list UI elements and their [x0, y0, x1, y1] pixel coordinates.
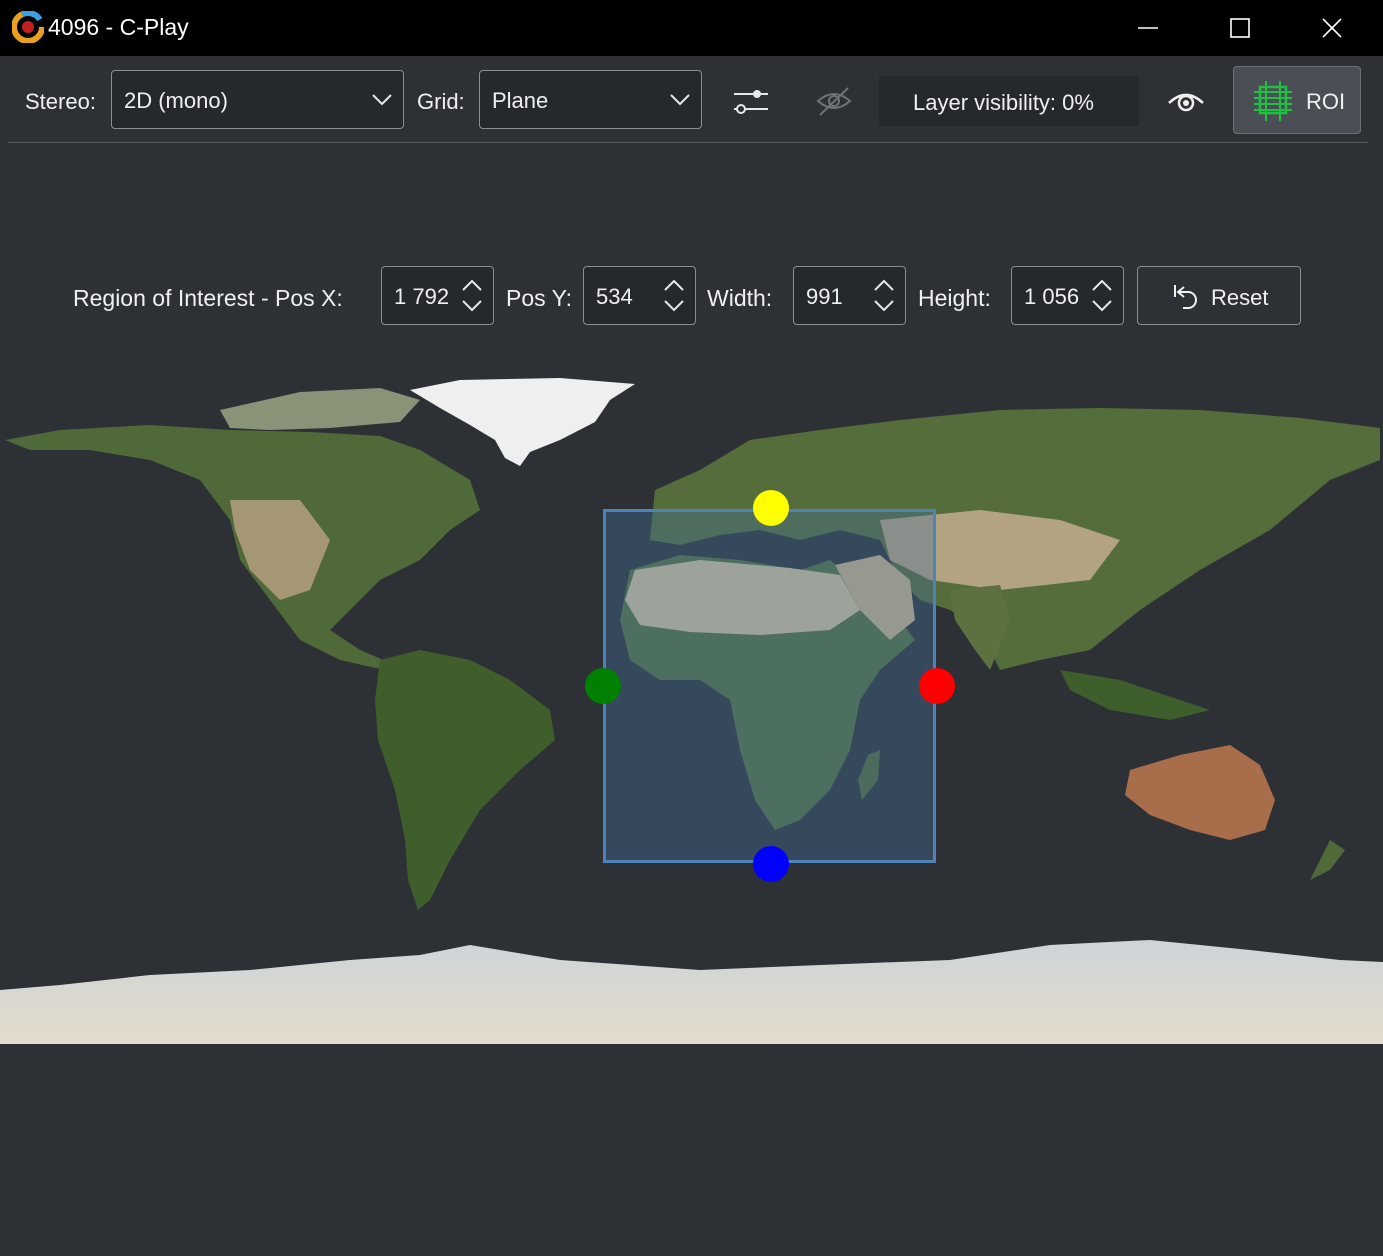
- chevron-down-icon[interactable]: [461, 297, 483, 313]
- antarctica-shape: [0, 940, 1383, 1044]
- reset-label: Reset: [1211, 285, 1269, 310]
- reset-button[interactable]: Reset: [1137, 266, 1301, 325]
- close-icon: [1322, 18, 1342, 38]
- width-value: 991: [806, 284, 843, 309]
- layer-visibility-display: Layer visibility: 0%: [879, 76, 1139, 126]
- chevron-up-icon[interactable]: [873, 277, 895, 293]
- minimize-button[interactable]: [1102, 0, 1194, 56]
- height-value: 1 056: [1024, 284, 1080, 309]
- south-america-shape: [375, 650, 555, 910]
- app-logo-icon: [12, 11, 44, 43]
- stereo-combobox[interactable]: 2D (mono): [111, 70, 404, 129]
- settings-sliders-button[interactable]: [725, 76, 777, 126]
- grid-combobox[interactable]: Plane: [479, 70, 702, 129]
- grid-label: Grid:: [417, 89, 465, 114]
- chevron-up-icon[interactable]: [663, 277, 685, 293]
- width-spinbox[interactable]: 991: [793, 266, 906, 325]
- maximize-icon: [1230, 18, 1250, 38]
- grid-value: Plane: [492, 88, 549, 113]
- minimize-icon: [1138, 27, 1158, 29]
- chevron-down-icon[interactable]: [1091, 297, 1113, 313]
- roi-icon: [1254, 81, 1292, 121]
- stereo-value: 2D (mono): [124, 88, 228, 113]
- roi-top-handle[interactable]: [753, 490, 789, 526]
- roi-pos-x-label: Region of Interest - Pos X:: [73, 285, 343, 311]
- hide-layer-button[interactable]: [808, 76, 860, 126]
- new-zealand-shape: [1310, 840, 1345, 880]
- maximize-button[interactable]: [1194, 0, 1286, 56]
- pos-x-spinbox[interactable]: 1 792: [381, 266, 494, 325]
- show-layer-button[interactable]: [1160, 76, 1212, 126]
- eye-off-icon: [816, 87, 852, 116]
- greenland-shape: [410, 378, 635, 466]
- sliders-icon: [734, 90, 768, 114]
- roi-button-label: ROI: [1306, 89, 1346, 114]
- toolbar: Stereo: 2D (mono) Grid: Plane Layer visi…: [0, 56, 1383, 144]
- chevron-up-icon[interactable]: [461, 277, 483, 293]
- pos-y-spinbox[interactable]: 534: [583, 266, 696, 325]
- chevron-down-icon: [372, 94, 392, 106]
- pos-x-value: 1 792: [394, 284, 450, 309]
- roi-rectangle[interactable]: [603, 509, 936, 863]
- reset-icon: [1174, 285, 1197, 309]
- roi-bottom-handle[interactable]: [753, 846, 789, 882]
- roi-left-handle[interactable]: [585, 668, 621, 704]
- title-bar: 4096 - C-Play: [0, 0, 1383, 56]
- height-label: Height:: [918, 285, 991, 311]
- toolbar-divider: [8, 142, 1368, 143]
- close-button[interactable]: [1286, 0, 1378, 56]
- chevron-down-icon: [670, 94, 690, 106]
- window-title: 4096 - C-Play: [48, 14, 189, 40]
- arctic-islands-shape: [220, 388, 420, 430]
- eye-icon: [1168, 93, 1204, 112]
- stereo-label: Stereo:: [25, 89, 96, 114]
- pos-y-value: 534: [596, 284, 633, 309]
- chevron-up-icon[interactable]: [1091, 277, 1113, 293]
- chevron-down-icon[interactable]: [663, 297, 685, 313]
- pos-y-label: Pos Y:: [506, 285, 573, 311]
- roi-right-handle[interactable]: [919, 668, 955, 704]
- se-asia-islands-shape: [1060, 670, 1210, 720]
- australia-shape: [1125, 745, 1275, 840]
- roi-toggle-button[interactable]: ROI: [1233, 66, 1361, 134]
- height-spinbox[interactable]: 1 056: [1011, 266, 1124, 325]
- width-label: Width:: [707, 285, 773, 311]
- layer-visibility-label: Layer visibility: 0%: [913, 90, 1094, 115]
- chevron-down-icon[interactable]: [873, 297, 895, 313]
